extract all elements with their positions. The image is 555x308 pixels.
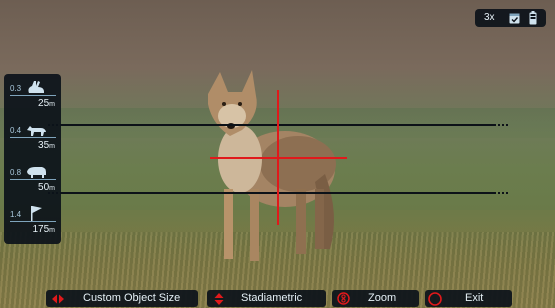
calendar-check-icon xyxy=(509,13,520,24)
reticle-horizontal xyxy=(210,157,347,159)
button-label: Exit xyxy=(465,292,484,304)
button-label: Zoom xyxy=(368,292,397,304)
object-distance: 175m xyxy=(32,224,55,235)
object-item-fox[interactable]: 0.4 35m xyxy=(4,118,61,160)
object-distance: 50m xyxy=(38,182,55,193)
object-distance: 35m xyxy=(38,140,55,151)
object-item-boar[interactable]: 0.8 50m xyxy=(4,160,61,202)
status-indicator: 3x xyxy=(475,9,546,27)
object-divider xyxy=(10,137,56,138)
battery-icon xyxy=(529,11,537,25)
object-size: 0.8 xyxy=(10,168,22,177)
coyote-image xyxy=(208,70,336,261)
custom-object-size-button[interactable]: Custom Object Size xyxy=(46,290,198,307)
zoom-dial-icon xyxy=(337,292,350,305)
object-divider xyxy=(10,179,56,180)
left-right-arrows-icon xyxy=(52,294,64,304)
flag-icon xyxy=(31,206,42,221)
button-label: Custom Object Size xyxy=(83,292,181,304)
rabbit-icon xyxy=(28,81,44,93)
zoom-button[interactable]: Zoom xyxy=(332,290,419,307)
fox-icon xyxy=(27,126,46,136)
object-divider xyxy=(10,221,56,222)
up-down-arrows-icon xyxy=(214,293,224,305)
stadiametric-button[interactable]: Stadiametric xyxy=(207,290,326,307)
object-item-flag[interactable]: 1.4 175m xyxy=(4,202,61,244)
exit-button[interactable]: Exit xyxy=(425,290,512,307)
object-size: 1.4 xyxy=(10,210,22,219)
object-size: 0.3 xyxy=(10,84,22,93)
object-size-panel: 0.3 25m 0.4 35m 0.8 50m 1.4 175m xyxy=(4,74,61,244)
object-item-rabbit[interactable]: 0.3 25m xyxy=(4,76,61,118)
object-divider xyxy=(10,95,56,96)
zoom-level: 3x xyxy=(484,12,495,23)
circle-icon xyxy=(428,292,442,306)
button-label: Stadiametric xyxy=(241,292,303,304)
object-distance: 25m xyxy=(38,98,55,109)
boar-icon xyxy=(27,167,46,178)
object-size: 0.4 xyxy=(10,126,22,135)
